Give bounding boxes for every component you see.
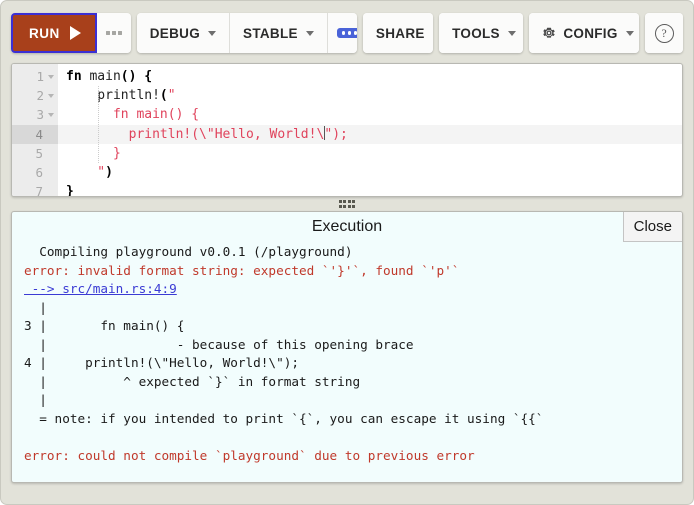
chevron-down-icon xyxy=(305,30,314,36)
run-options-ellipsis-button[interactable] xyxy=(96,13,131,53)
debug-label: DEBUG xyxy=(149,25,201,41)
output-line: Compiling playground v0.0.1 (/playground… xyxy=(24,244,353,259)
code-token: "); xyxy=(324,126,348,142)
output-line: | xyxy=(24,299,47,315)
code-token: " xyxy=(66,164,106,180)
indent-guide xyxy=(98,86,99,163)
output-line: 4 | println!(\"Hello, World!\"); xyxy=(24,355,299,370)
execution-output: Compiling playground v0.0.1 (/playground… xyxy=(12,242,682,465)
code-token: fn main() { xyxy=(66,107,200,123)
run-button[interactable]: RUN xyxy=(11,13,97,53)
editor-code-area[interactable]: fn main() { println!(" fn main() { print… xyxy=(58,64,682,196)
output-line: 3 | fn main() { xyxy=(24,318,185,333)
advanced-options-button[interactable] xyxy=(326,13,357,53)
editor-line-number: 7 xyxy=(12,182,58,196)
output-error-line: error: invalid format string: expected `… xyxy=(24,262,460,278)
editor-line-number: 6 xyxy=(12,163,58,182)
execution-title: Execution xyxy=(311,218,383,235)
code-token: fn xyxy=(66,69,90,84)
editor-line-number: 3 xyxy=(12,105,58,124)
share-label: SHARE xyxy=(375,25,425,41)
panel-splitter[interactable] xyxy=(1,197,693,211)
editor-code-line: fn main() { xyxy=(58,105,682,124)
blue-dots-badge-icon xyxy=(336,28,357,38)
editor-gutter: 1234567 xyxy=(12,64,58,196)
tools-button[interactable]: TOOLS xyxy=(439,13,524,53)
execution-header: Execution Close xyxy=(12,212,682,242)
code-token: () { xyxy=(120,69,153,84)
code-token: ( xyxy=(159,88,168,104)
help-glyph: ? xyxy=(661,25,668,40)
run-button-label: RUN xyxy=(29,25,60,41)
tools-label: TOOLS xyxy=(452,25,500,41)
editor-code-line: println!(\"Hello, World!\"); xyxy=(58,124,682,144)
editor-line-number: 2 xyxy=(12,86,58,105)
help-button[interactable]: ? xyxy=(645,13,683,53)
editor-code-line: println!(" xyxy=(58,86,682,105)
execution-panel: Execution Close Compiling playground v0.… xyxy=(11,211,683,483)
output-line: | xyxy=(24,392,47,407)
code-editor[interactable]: 1234567 fn main() { println!(" fn main()… xyxy=(11,63,683,197)
editor-code-line: ") xyxy=(58,163,682,182)
output-error-line: error: could not compile `playground` du… xyxy=(24,447,475,463)
editor-line-number: 5 xyxy=(12,144,58,163)
code-token: println! xyxy=(66,88,160,104)
gear-icon xyxy=(542,26,556,40)
chevron-down-icon xyxy=(625,30,634,36)
config-group: CONFIG xyxy=(529,13,640,53)
code-token: ) xyxy=(105,164,113,180)
fold-arrow-icon[interactable] xyxy=(48,74,54,79)
share-button[interactable]: SHARE xyxy=(362,13,434,53)
code-token: println!(\"Hello, World!\ xyxy=(66,126,325,142)
stable-channel-button[interactable]: STABLE xyxy=(229,13,327,53)
output-line: | - because of this opening brace xyxy=(24,336,414,352)
chevron-down-icon xyxy=(507,30,516,36)
code-token: " xyxy=(167,88,176,104)
close-button[interactable]: Close xyxy=(622,212,682,242)
fold-arrow-icon[interactable] xyxy=(48,93,54,98)
output-blank-line xyxy=(24,428,672,447)
config-label: CONFIG xyxy=(563,25,618,41)
editor-code-line: fn main() { xyxy=(58,67,682,86)
share-group: SHARE xyxy=(362,13,434,53)
output-source-link[interactable]: --> src/main.rs:4:9 xyxy=(24,280,672,299)
debug-mode-button[interactable]: DEBUG xyxy=(136,13,230,53)
code-token: } xyxy=(66,145,121,161)
run-button-group: RUN xyxy=(11,13,131,53)
editor-code-line: } xyxy=(58,182,682,196)
config-button[interactable]: CONFIG xyxy=(529,13,640,53)
ellipsis-icon xyxy=(106,31,122,35)
editor-line-number: 1 xyxy=(12,67,58,86)
stable-label: STABLE xyxy=(243,25,298,41)
drag-grip-icon xyxy=(338,200,356,208)
editor-code-line: } xyxy=(58,144,682,163)
code-token: } xyxy=(66,184,74,196)
mode-channel-group: DEBUG STABLE xyxy=(136,13,357,53)
output-line: = note: if you intended to print `{`, yo… xyxy=(24,410,544,426)
help-group: ? xyxy=(645,13,683,53)
fold-arrow-icon[interactable] xyxy=(48,112,54,117)
chevron-down-icon xyxy=(208,30,217,36)
play-triangle-icon xyxy=(69,26,81,40)
toolbar: RUN DEBUG STABLE SHARE TOOLS CONFIG ? xyxy=(1,1,693,63)
output-line: | ^ expected `}` in format string xyxy=(24,373,361,389)
code-token: main xyxy=(89,69,121,84)
question-circle-icon: ? xyxy=(654,23,674,43)
rust-playground-window: RUN DEBUG STABLE SHARE TOOLS CONFIG ? 1 … xyxy=(0,0,694,505)
editor-line-number: 4 xyxy=(12,124,58,144)
tools-group: TOOLS xyxy=(439,13,524,53)
